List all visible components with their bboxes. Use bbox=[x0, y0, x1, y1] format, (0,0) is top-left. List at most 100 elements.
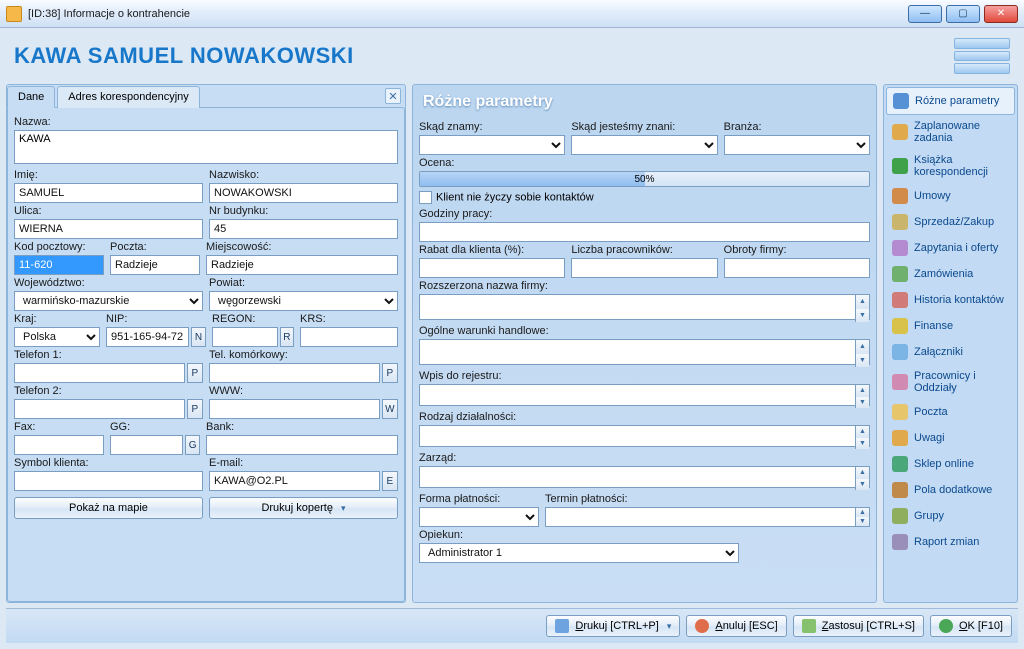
www-open-button[interactable]: W bbox=[382, 399, 398, 419]
nazwa-label: Nazwa: bbox=[14, 116, 398, 128]
minimize-button[interactable]: — bbox=[908, 5, 942, 23]
nav-historia[interactable]: Historia kontaktów bbox=[886, 287, 1015, 313]
rozsz-nazwa-input[interactable] bbox=[419, 294, 870, 320]
spin-up-icon[interactable]: ▲ bbox=[855, 340, 869, 354]
powiat-select[interactable]: węgorzewski bbox=[209, 291, 398, 311]
nav-zamowienia[interactable]: Zamówienia bbox=[886, 261, 1015, 287]
tel2-dial-button[interactable]: P bbox=[187, 399, 203, 419]
nazwa-input[interactable]: KAWA bbox=[14, 130, 398, 164]
spin-down-icon[interactable]: ▼ bbox=[855, 438, 869, 450]
spin-down-icon[interactable]: ▼ bbox=[855, 354, 869, 368]
tab-close-icon[interactable]: ✕ bbox=[385, 88, 401, 104]
krs-input[interactable] bbox=[300, 327, 398, 347]
email-send-button[interactable]: E bbox=[382, 471, 398, 491]
tel1-dial-button[interactable]: P bbox=[187, 363, 203, 383]
nav-zalaczniki[interactable]: Załączniki bbox=[886, 339, 1015, 365]
regon-input[interactable] bbox=[212, 327, 278, 347]
obroty-input[interactable] bbox=[724, 258, 870, 278]
regon-lookup-button[interactable]: R bbox=[280, 327, 294, 347]
tel2-input[interactable] bbox=[14, 399, 185, 419]
nav-grupy[interactable]: Grupy bbox=[886, 503, 1015, 529]
no-contact-checkbox[interactable] bbox=[419, 191, 432, 204]
show-on-map-button[interactable]: Pokaż na mapie bbox=[14, 497, 203, 519]
wpis-rejestr-input[interactable] bbox=[419, 384, 870, 406]
rodzaj-dzial-input[interactable] bbox=[419, 425, 870, 447]
maximize-button[interactable]: ▢ bbox=[946, 5, 980, 23]
nav-raport[interactable]: Raport zmian bbox=[886, 529, 1015, 555]
spin-down-icon[interactable]: ▼ bbox=[855, 309, 869, 323]
branza-label: Branża: bbox=[724, 121, 870, 133]
nav-uwagi[interactable]: Uwagi bbox=[886, 425, 1015, 451]
ok-button[interactable]: OK [F10] bbox=[930, 615, 1012, 637]
nav-finanse[interactable]: Finanse bbox=[886, 313, 1015, 339]
close-button[interactable]: ✕ bbox=[984, 5, 1018, 23]
nip-lookup-button[interactable]: N bbox=[191, 327, 206, 347]
tab-dane[interactable]: Dane bbox=[7, 86, 55, 108]
nav-pola[interactable]: Pola dodatkowe bbox=[886, 477, 1015, 503]
liczba-prac-label: Liczba pracowników: bbox=[571, 244, 717, 256]
symbol-input[interactable] bbox=[14, 471, 203, 491]
apply-icon bbox=[802, 619, 816, 633]
spin-up-icon[interactable]: ▲ bbox=[855, 508, 869, 517]
miejsc-input[interactable] bbox=[206, 255, 398, 275]
fax-label: Fax: bbox=[14, 421, 104, 433]
nav-poczta[interactable]: Poczta bbox=[886, 399, 1015, 425]
nav-sklep[interactable]: Sklep online bbox=[886, 451, 1015, 477]
zarzad-input[interactable] bbox=[419, 466, 870, 488]
nav-zaplanowane[interactable]: Zaplanowane zadania bbox=[886, 115, 1015, 149]
woj-select[interactable]: warmińsko-mazurskie bbox=[14, 291, 203, 311]
termin-plat-input[interactable] bbox=[545, 507, 870, 527]
ocena-slider[interactable]: 50% bbox=[419, 171, 870, 187]
www-input[interactable] bbox=[209, 399, 380, 419]
skad-znani-select[interactable] bbox=[571, 135, 717, 155]
nip-input[interactable] bbox=[106, 327, 189, 347]
nav-rozne-parametry[interactable]: Różne parametry bbox=[886, 87, 1015, 115]
spin-up-icon[interactable]: ▲ bbox=[855, 467, 869, 479]
opiekun-select[interactable]: Administrator 1 bbox=[419, 543, 739, 563]
nav-pracownicy[interactable]: Pracownicy i Oddziały bbox=[886, 365, 1015, 399]
spin-up-icon[interactable]: ▲ bbox=[855, 426, 869, 438]
center-panel: Różne parametry Skąd znamy: Skąd jesteśm… bbox=[412, 84, 877, 603]
gg-open-button[interactable]: G bbox=[185, 435, 200, 455]
kod-input[interactable] bbox=[14, 255, 104, 275]
ocena-percent: 50% bbox=[634, 172, 654, 187]
skad-znamy-select[interactable] bbox=[419, 135, 565, 155]
godziny-input[interactable] bbox=[419, 222, 870, 242]
nav-sprzedaz[interactable]: Sprzedaż/Zakup bbox=[886, 209, 1015, 235]
opiekun-label: Opiekun: bbox=[419, 529, 870, 541]
cancel-button[interactable]: Anuluj [ESC] bbox=[686, 615, 786, 637]
spin-down-icon[interactable]: ▼ bbox=[855, 397, 869, 409]
tel1-input[interactable] bbox=[14, 363, 185, 383]
bank-input[interactable] bbox=[206, 435, 398, 455]
gg-input[interactable] bbox=[110, 435, 183, 455]
email-input[interactable] bbox=[209, 471, 380, 491]
telkom-input[interactable] bbox=[209, 363, 380, 383]
book-icon bbox=[892, 158, 908, 174]
print-envelope-button[interactable]: Drukuj kopertę▾ bbox=[209, 497, 398, 519]
poczta-input[interactable] bbox=[110, 255, 200, 275]
spin-up-icon[interactable]: ▲ bbox=[855, 295, 869, 309]
telkom-dial-button[interactable]: P bbox=[382, 363, 398, 383]
apply-button[interactable]: Zastosuj [CTRL+S] bbox=[793, 615, 924, 637]
rabat-input[interactable] bbox=[419, 258, 565, 278]
nav-zapytania[interactable]: Zapytania i oferty bbox=[886, 235, 1015, 261]
spin-down-icon[interactable]: ▼ bbox=[855, 479, 869, 491]
forma-plat-select[interactable] bbox=[419, 507, 539, 527]
print-button[interactable]: Drukuj [CTRL+P]▾ bbox=[546, 615, 680, 637]
nazwisko-input[interactable] bbox=[209, 183, 398, 203]
ogolne-war-input[interactable] bbox=[419, 339, 870, 365]
nrbud-input[interactable] bbox=[209, 219, 398, 239]
fax-input[interactable] bbox=[14, 435, 104, 455]
spin-up-icon[interactable]: ▲ bbox=[855, 385, 869, 397]
finance-icon bbox=[892, 318, 908, 334]
mail-icon bbox=[892, 404, 908, 420]
nav-ksiazka[interactable]: Książka korespondencji bbox=[886, 149, 1015, 183]
branza-select[interactable] bbox=[724, 135, 870, 155]
kraj-select[interactable]: Polska bbox=[14, 327, 100, 347]
liczba-prac-input[interactable] bbox=[571, 258, 717, 278]
nav-umowy[interactable]: Umowy bbox=[886, 183, 1015, 209]
tab-adres[interactable]: Adres korespondencyjny bbox=[57, 86, 199, 108]
ulica-input[interactable] bbox=[14, 219, 203, 239]
spin-down-icon[interactable]: ▼ bbox=[855, 517, 869, 526]
imie-input[interactable] bbox=[14, 183, 203, 203]
